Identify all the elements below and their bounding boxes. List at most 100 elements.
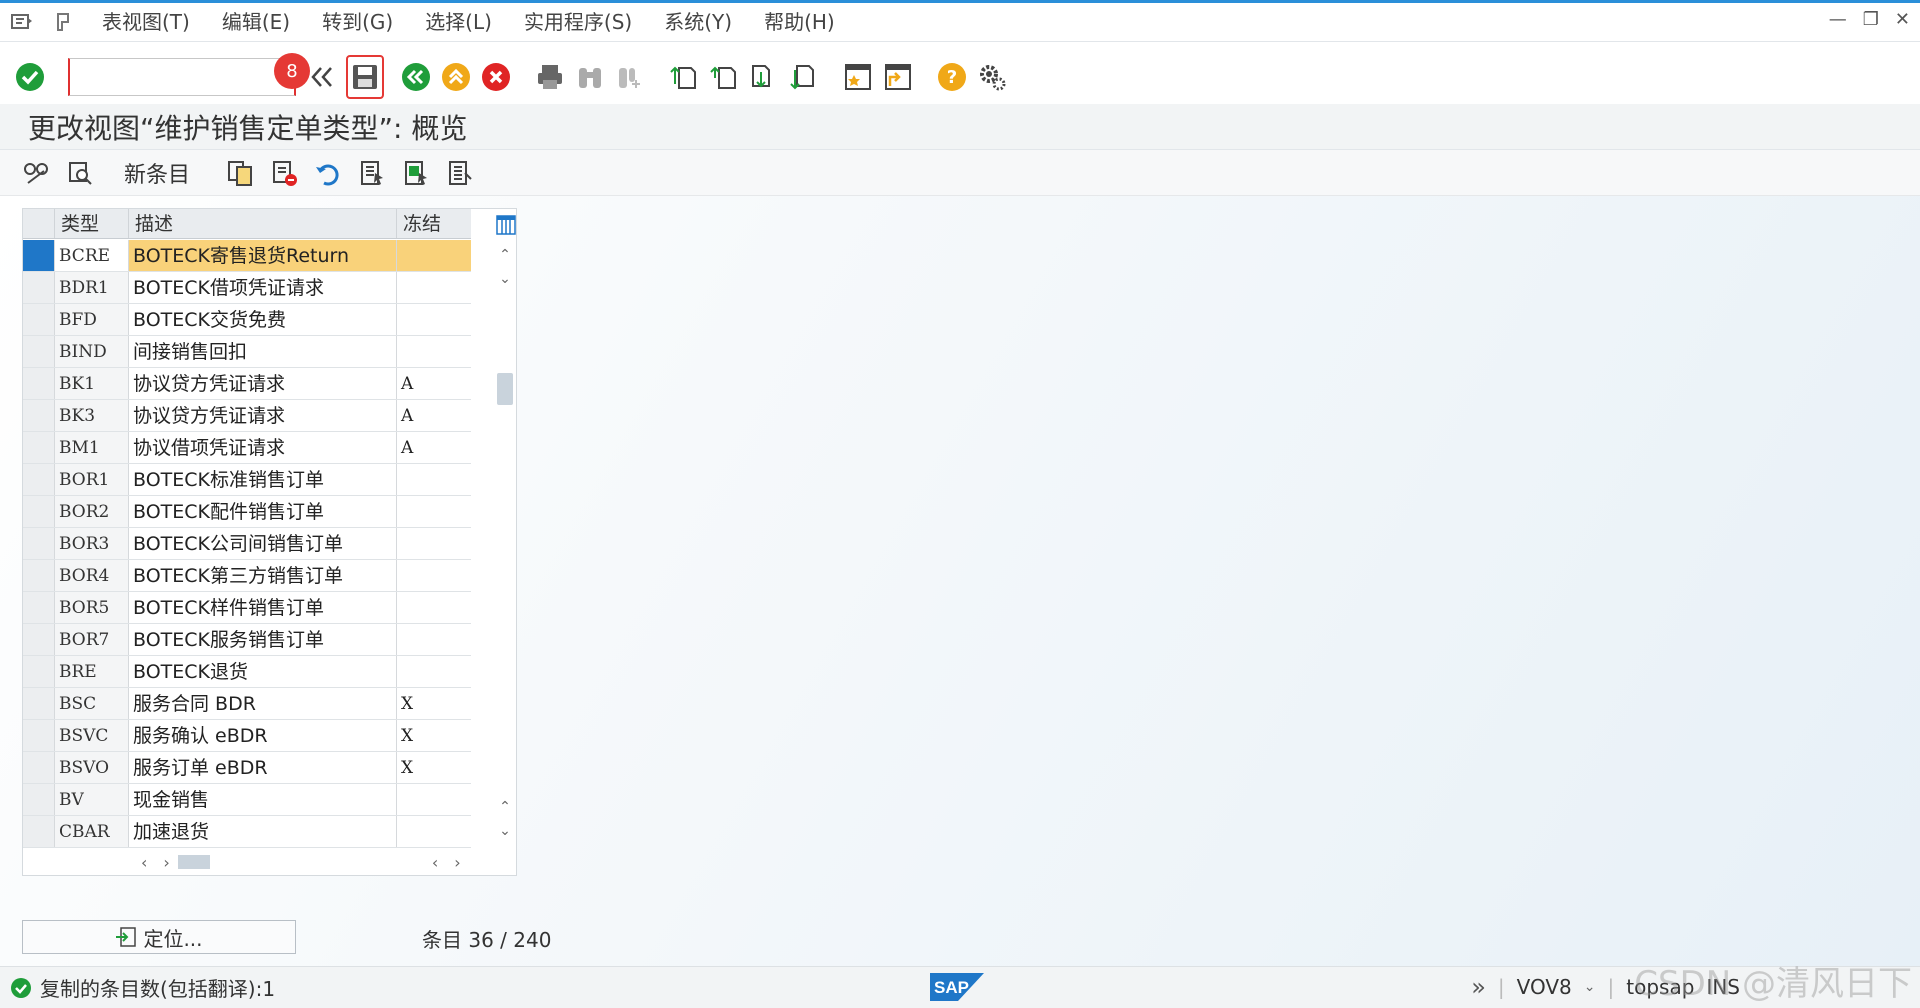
cell-frozen[interactable] <box>397 592 471 623</box>
cell-frozen[interactable] <box>397 624 471 655</box>
table-row[interactable]: BOR3 BOTECK公司间销售订单 <box>23 528 471 560</box>
deselect-all-icon[interactable] <box>440 153 480 193</box>
cell-type[interactable]: BIND <box>55 336 129 367</box>
cell-description[interactable]: BOTECK标准销售订单 <box>129 464 397 495</box>
help-icon[interactable]: ? <box>936 61 968 93</box>
cell-description[interactable]: 现金销售 <box>129 784 397 815</box>
find-next-icon[interactable] <box>614 61 646 93</box>
cell-description[interactable]: 加速退货 <box>129 816 397 847</box>
cell-type[interactable]: BDR1 <box>55 272 129 303</box>
close-icon[interactable]: ✕ <box>1895 9 1910 30</box>
enter-check-icon[interactable] <box>14 61 46 93</box>
expand-status-icon[interactable]: » <box>1471 973 1486 1001</box>
cell-type[interactable]: CBAR <box>55 816 129 847</box>
status-message[interactable]: 复制的条目数(包括翻译):1 <box>10 973 275 1002</box>
page-up-icon[interactable]: ⌃ <box>497 799 513 815</box>
scroll-right-2-icon[interactable]: › <box>454 853 460 872</box>
next-page-icon[interactable] <box>748 61 780 93</box>
cell-frozen[interactable]: X <box>397 688 471 719</box>
cell-description[interactable]: 服务确认 eBDR <box>129 720 397 751</box>
find-icon[interactable] <box>574 61 606 93</box>
cell-description[interactable]: BOTECK交货免费 <box>129 304 397 335</box>
cell-description[interactable]: 协议借项凭证请求 <box>129 432 397 463</box>
row-selector[interactable] <box>23 272 55 303</box>
table-row[interactable]: BFD BOTECK交货免费 <box>23 304 471 336</box>
page-down-icon[interactable]: ⌄ <box>497 823 513 839</box>
cell-frozen[interactable] <box>397 560 471 591</box>
cell-type[interactable]: BV <box>55 784 129 815</box>
scroll-thumb[interactable] <box>497 373 513 405</box>
row-selector[interactable] <box>23 752 55 783</box>
table-row[interactable]: BIND 间接销售回扣 <box>23 336 471 368</box>
header-description[interactable]: 描述 <box>129 209 397 238</box>
cell-frozen[interactable]: X <box>397 720 471 751</box>
cell-description[interactable]: BOTECK服务销售订单 <box>129 624 397 655</box>
horizontal-scrollbar[interactable]: ‹ › ‹ › <box>23 849 493 875</box>
cell-frozen[interactable]: A <box>397 400 471 431</box>
menu-utilities[interactable]: 实用程序(S) <box>508 4 648 40</box>
table-row[interactable]: BOR2 BOTECK配件销售订单 <box>23 496 471 528</box>
pin-icon[interactable] <box>42 12 86 32</box>
menu-icon[interactable] <box>2 4 42 40</box>
row-selector[interactable] <box>23 304 55 335</box>
row-selector[interactable] <box>23 400 55 431</box>
table-row[interactable]: BM1 协议借项凭证请求 A <box>23 432 471 464</box>
menu-help[interactable]: 帮助(H) <box>748 4 851 40</box>
transaction-code[interactable]: VOV8 <box>1517 975 1572 999</box>
table-row[interactable]: BOR1 BOTECK标准销售订单 <box>23 464 471 496</box>
shortcut-icon[interactable] <box>882 61 914 93</box>
cell-type[interactable]: BSVC <box>55 720 129 751</box>
print-icon[interactable] <box>534 61 566 93</box>
cell-description[interactable]: 服务订单 eBDR <box>129 752 397 783</box>
table-row[interactable]: BK3 协议贷方凭证请求 A <box>23 400 471 432</box>
cell-description[interactable]: 协议贷方凭证请求 <box>129 400 397 431</box>
cell-frozen[interactable] <box>397 336 471 367</box>
cell-description[interactable]: 服务合同 BDR <box>129 688 397 719</box>
first-page-icon[interactable] <box>668 61 700 93</box>
minimize-icon[interactable]: — <box>1829 9 1847 30</box>
cell-type[interactable]: BFD <box>55 304 129 335</box>
row-selector[interactable] <box>23 688 55 719</box>
cancel-icon[interactable] <box>480 61 512 93</box>
menu-goto[interactable]: 转到(G) <box>306 4 409 40</box>
select-all-cell[interactable] <box>23 209 55 238</box>
cell-type[interactable]: BCRE <box>55 240 129 271</box>
cell-frozen[interactable] <box>397 816 471 847</box>
create-session-icon[interactable] <box>842 61 874 93</box>
settings-gear-icon[interactable] <box>976 61 1008 93</box>
cell-frozen[interactable] <box>397 656 471 687</box>
table-row[interactable]: BOR7 BOTECK服务销售订单 <box>23 624 471 656</box>
row-selector[interactable] <box>23 368 55 399</box>
double-chevron-left-icon[interactable] <box>306 61 338 93</box>
cell-type[interactable]: BOR1 <box>55 464 129 495</box>
table-row[interactable]: BOR4 BOTECK第三方销售订单 <box>23 560 471 592</box>
cell-frozen[interactable] <box>397 240 471 271</box>
undo-icon[interactable] <box>308 153 348 193</box>
row-selector[interactable] <box>23 528 55 559</box>
row-selector[interactable] <box>23 592 55 623</box>
cell-frozen[interactable] <box>397 272 471 303</box>
cell-type[interactable]: BOR5 <box>55 592 129 623</box>
delete-icon[interactable] <box>264 153 304 193</box>
scroll-left-2-icon[interactable]: ‹ <box>432 853 438 872</box>
header-type[interactable]: 类型 <box>55 209 129 238</box>
menu-table-view[interactable]: 表视图(T) <box>86 4 206 40</box>
row-selector[interactable] <box>23 464 55 495</box>
cell-type[interactable]: BK3 <box>55 400 129 431</box>
row-selector[interactable] <box>23 336 55 367</box>
cell-type[interactable]: BK1 <box>55 368 129 399</box>
menu-edit[interactable]: 编辑(E) <box>206 4 306 40</box>
row-selector[interactable] <box>23 624 55 655</box>
cell-type[interactable]: BOR2 <box>55 496 129 527</box>
save-button[interactable] <box>346 55 384 99</box>
table-row[interactable]: BSVO 服务订单 eBDR X <box>23 752 471 784</box>
cell-description[interactable]: BOTECK退货 <box>129 656 397 687</box>
exit-icon[interactable] <box>440 61 472 93</box>
table-row[interactable]: BK1 协议贷方凭证请求 A <box>23 368 471 400</box>
cell-type[interactable]: BRE <box>55 656 129 687</box>
cell-description[interactable]: 间接销售回扣 <box>129 336 397 367</box>
table-row[interactable]: BDR1 BOTECK借项凭证请求 <box>23 272 471 304</box>
cell-description[interactable]: BOTECK借项凭证请求 <box>129 272 397 303</box>
cell-description[interactable]: BOTECK配件销售订单 <box>129 496 397 527</box>
cell-frozen[interactable]: X <box>397 752 471 783</box>
